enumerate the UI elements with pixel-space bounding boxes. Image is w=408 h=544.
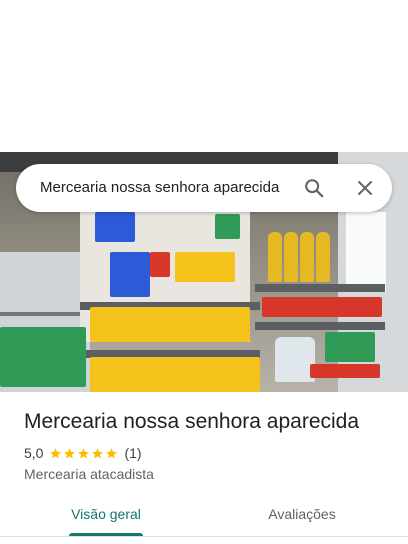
star-icon: [106, 447, 118, 458]
star-icon: [50, 447, 62, 458]
search-icon: [305, 179, 324, 198]
top-blank-area: [0, 0, 408, 152]
search-bar[interactable]: Mercearia nossa senhora aparecida: [16, 164, 392, 212]
photo-window: [346, 212, 386, 292]
search-input[interactable]: Mercearia nossa senhora aparecida: [40, 164, 300, 212]
close-icon: [358, 181, 372, 195]
review-count[interactable]: (1): [124, 445, 141, 461]
place-title: Mercearia nossa senhora aparecida: [24, 410, 360, 433]
star-icon: [92, 447, 104, 458]
rating-value: 5,0: [24, 445, 44, 461]
tab-reviews[interactable]: Avaliações: [248, 496, 356, 534]
star-icon: [78, 447, 90, 458]
search-button[interactable]: [302, 176, 326, 200]
tabs-divider: [0, 536, 408, 537]
rating-stars: [49, 447, 118, 460]
place-category: Mercearia atacadista: [24, 466, 154, 482]
star-icon: [64, 447, 76, 458]
tab-overview[interactable]: Visão geral: [52, 496, 160, 534]
rating-row: 5,0 (1): [24, 443, 142, 463]
clear-search-button[interactable]: [353, 176, 377, 200]
